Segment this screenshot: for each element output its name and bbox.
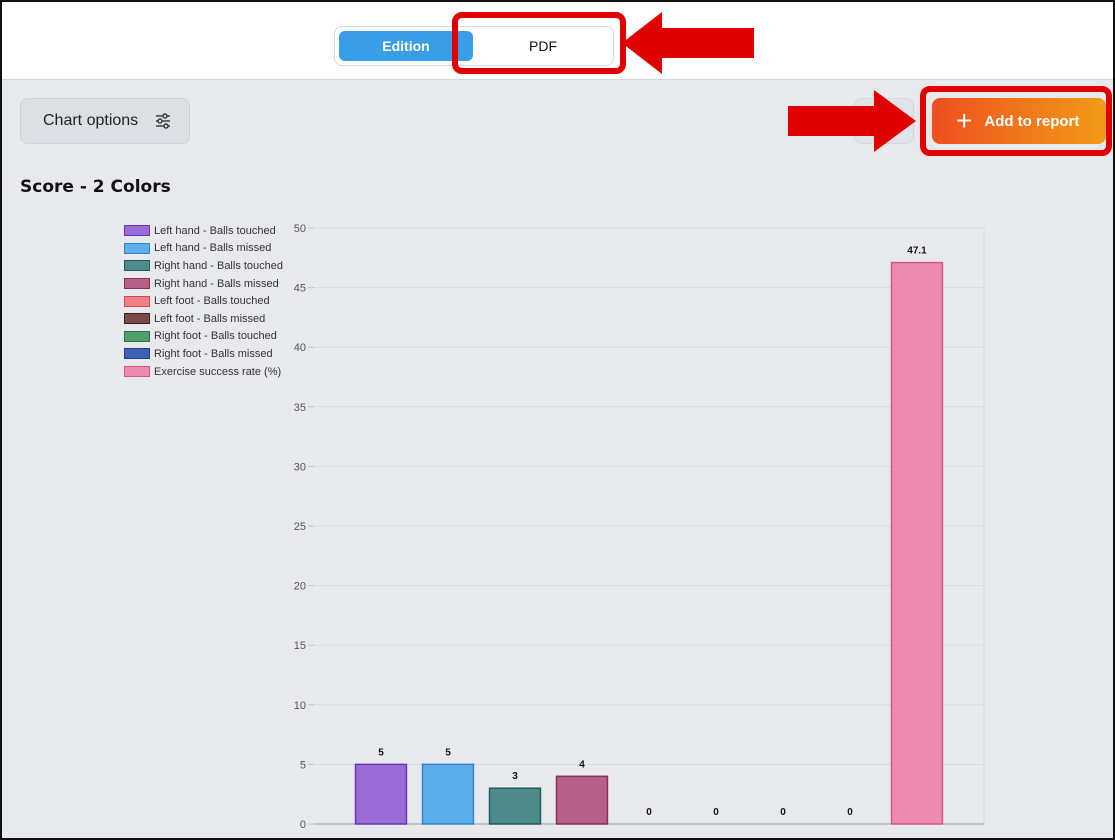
red-arrow-icon bbox=[622, 12, 754, 74]
bar bbox=[421, 763, 475, 825]
y-tick-label: 0 bbox=[300, 819, 306, 831]
data-label: 0 bbox=[646, 807, 652, 818]
red-arrow-icon bbox=[788, 90, 916, 152]
data-label: 0 bbox=[847, 807, 853, 818]
data-label: 0 bbox=[713, 807, 719, 818]
bar bbox=[555, 775, 609, 825]
data-label: 4 bbox=[579, 759, 585, 770]
y-tick-label: 20 bbox=[294, 581, 306, 593]
bar bbox=[890, 261, 944, 825]
bar bbox=[354, 763, 408, 825]
y-tick-label: 40 bbox=[294, 342, 306, 354]
y-tick-label: 30 bbox=[294, 461, 306, 473]
data-label: 5 bbox=[378, 747, 384, 758]
y-tick-label: 15 bbox=[294, 640, 306, 652]
y-tick-label: 10 bbox=[294, 700, 306, 712]
y-tick-label: 45 bbox=[294, 283, 306, 295]
y-tick-label: 50 bbox=[294, 223, 306, 235]
data-label: 5 bbox=[445, 747, 451, 758]
add-to-report-highlight-box bbox=[920, 86, 1112, 156]
pdf-highlight-box bbox=[452, 12, 626, 74]
data-label: 3 bbox=[512, 771, 518, 782]
bar bbox=[488, 787, 542, 825]
data-label: 47.1 bbox=[907, 246, 927, 257]
data-label: 0 bbox=[780, 807, 786, 818]
y-tick-label: 5 bbox=[300, 759, 306, 771]
y-tick-label: 35 bbox=[294, 402, 306, 414]
y-tick-label: 25 bbox=[294, 521, 306, 533]
